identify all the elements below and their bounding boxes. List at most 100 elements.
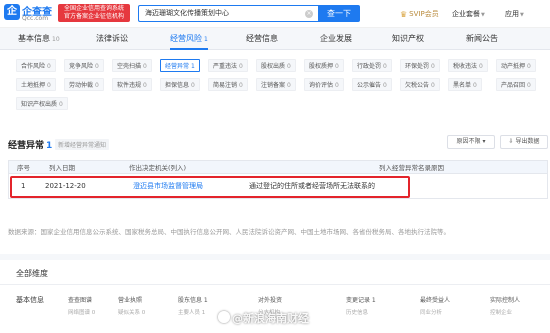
chip-label: 行政处罚: [357, 63, 382, 70]
tab-label: 经营风险: [170, 34, 202, 43]
subtab-chip[interactable]: 产品召回 0: [496, 78, 536, 91]
subtab-chip[interactable]: 劳动仲裁 0: [64, 78, 104, 91]
chevron-down-icon: ▼: [520, 12, 524, 18]
dimension-link[interactable]: 最终受益人: [420, 295, 450, 304]
chip-label: 严重违法: [213, 63, 238, 70]
subtab-chip[interactable]: 严重违法 0: [208, 59, 248, 72]
subtab-chip[interactable]: 股权质押 0: [304, 59, 344, 72]
search-button[interactable]: 查一下: [318, 5, 360, 22]
chip-label: 公示催告: [357, 82, 382, 89]
tab-ip[interactable]: 知识产权: [392, 28, 424, 50]
dimension-link[interactable]: 同业分析: [420, 308, 442, 316]
tab-label: 基本信息: [18, 34, 50, 43]
chip-label: 动产抵押: [501, 63, 526, 70]
export-label: 导出数据: [515, 138, 540, 145]
chip-label: 简易注销: [213, 82, 238, 89]
tab-development[interactable]: 企业发展: [320, 28, 352, 50]
subtab-chip[interactable]: 合作风险 0: [16, 59, 56, 72]
qcc-logo[interactable]: 企: [4, 4, 20, 20]
column-header: 作出决定机关(列入): [129, 164, 187, 172]
chip-label: 担保信息: [165, 82, 190, 89]
tab-count: 10: [52, 36, 60, 43]
subtab-chip[interactable]: 担保信息 0: [160, 78, 200, 91]
subtab-chip-business-abnormal[interactable]: 经营异常 1: [160, 59, 200, 72]
chip-count: 0: [335, 82, 339, 89]
dimension-link[interactable]: 疑似关系 0: [118, 308, 145, 316]
dimension-link[interactable]: 网络图谱 0: [68, 308, 95, 316]
chip-count: 0: [95, 82, 99, 89]
export-data-button[interactable]: ⇩ 导出数据: [500, 135, 548, 149]
svip-member-link[interactable]: ♛ SVIP会员: [400, 9, 439, 19]
tab-news[interactable]: 新闻公告: [466, 28, 498, 50]
subtab-chip[interactable]: 环保处罚 0: [400, 59, 440, 72]
subtab-chip[interactable]: 动产抵押 0: [496, 59, 536, 72]
subtab-chip[interactable]: 土地抵押 0: [16, 78, 56, 91]
chip-count: 0: [47, 82, 51, 89]
tab-basic-info[interactable]: 基本信息 10: [18, 28, 60, 50]
svip-label: SVIP会员: [409, 10, 439, 18]
table-header: 序号 列入日期 作出决定机关(列入) 列入经营异常名录原因: [8, 160, 548, 174]
subtab-chip[interactable]: 税收违法 0: [448, 59, 488, 72]
subtab-chip[interactable]: 股权出质 0: [256, 59, 296, 72]
dimension-link[interactable]: 查查图谱: [68, 295, 92, 304]
chip-count: 1: [191, 63, 195, 70]
app-menu[interactable]: 应用▼: [505, 9, 524, 19]
enterprise-package-menu[interactable]: 企业套餐▼: [452, 9, 485, 19]
chip-count: 0: [95, 63, 99, 70]
subtab-chip[interactable]: 询价评估 0: [304, 78, 344, 91]
dimension-link[interactable]: 控制企业: [490, 308, 512, 316]
chip-label: 劳动仲裁: [69, 82, 94, 89]
chip-label: 软件违规: [117, 82, 142, 89]
new-abnormal-notice-link[interactable]: 新增经营异常通知: [55, 139, 110, 150]
data-source-note: 数据来源：国家企业信用信息公示系统、国家税务总局、中国执行信息公开网、人民法院诉…: [8, 228, 450, 236]
section-count: 1: [46, 141, 53, 151]
chip-count: 0: [47, 63, 51, 70]
reason-filter-dropdown[interactable]: 原因不限 ▾: [447, 135, 495, 149]
subtab-chip[interactable]: 简易注销 0: [208, 78, 248, 91]
dropdown-label: 原因不限: [456, 138, 481, 145]
chip-count: 0: [431, 63, 435, 70]
chip-count: 0: [143, 82, 147, 89]
dimension-link[interactable]: 股东信息 1: [178, 295, 208, 304]
tab-legal[interactable]: 法律诉讼: [96, 28, 128, 50]
top-header: 企 企查查 Qcc.com 全国企业信用查询系统 官方备案企业征信机构 海迈珊瑚…: [0, 0, 550, 28]
search-input[interactable]: 海迈珊瑚文化传播策划中心: [138, 5, 318, 22]
slogan-badge: 全国企业信用查询系统 官方备案企业征信机构: [58, 4, 130, 22]
chip-label: 产品召回: [501, 82, 526, 89]
chip-label: 股权质押: [309, 63, 334, 70]
dimension-link[interactable]: 历史信息: [346, 308, 368, 316]
section-divider: [0, 254, 550, 260]
chip-count: 0: [479, 63, 483, 70]
chip-label: 询价评估: [309, 82, 334, 89]
chip-label: 股权出质: [261, 63, 286, 70]
chip-count: 0: [287, 63, 291, 70]
tab-business-risk[interactable]: 经营风险 1: [170, 28, 208, 50]
dimension-link[interactable]: 变更记录 1: [346, 295, 376, 304]
export-icon: ⇩: [508, 138, 514, 145]
dimension-link[interactable]: 对外投资: [258, 295, 282, 304]
dimension-link[interactable]: 主要人员 1: [178, 308, 205, 316]
tab-label: 法律诉讼: [96, 34, 128, 43]
subtab-chip[interactable]: 软件违规 0: [112, 78, 152, 91]
app-menu-label: 应用: [505, 10, 519, 18]
section-title-text: 经营异常: [8, 141, 45, 151]
subtab-chip[interactable]: 竞争风险 0: [64, 59, 104, 72]
tab-label: 知识产权: [392, 34, 424, 43]
clear-search-icon[interactable]: ×: [305, 10, 313, 18]
subtab-chip[interactable]: 公示催告 0: [352, 78, 392, 91]
dimension-link[interactable]: 营业执照: [118, 295, 142, 304]
subtab-chip[interactable]: 知识产权出质 0: [16, 97, 68, 110]
subtab-chip[interactable]: 欠税公告 0: [400, 78, 440, 91]
tab-business-info[interactable]: 经营信息: [246, 28, 278, 50]
subtab-chip[interactable]: 空壳扫描 0: [112, 59, 152, 72]
chip-count: 0: [383, 82, 387, 89]
subtab-chip[interactable]: 黑名单 0: [448, 78, 482, 91]
dimension-link[interactable]: 实际控制人: [490, 295, 520, 304]
chip-label: 空壳扫描: [117, 63, 142, 70]
subtab-chip[interactable]: 行政处罚 0: [352, 59, 392, 72]
chip-label: 环保处罚: [405, 63, 430, 70]
chevron-down-icon: ▾: [482, 138, 486, 145]
subtab-chip[interactable]: 注销备案 0: [256, 78, 296, 91]
brand-domain: Qcc.com: [22, 15, 49, 22]
chip-label: 土地抵押: [21, 82, 46, 89]
